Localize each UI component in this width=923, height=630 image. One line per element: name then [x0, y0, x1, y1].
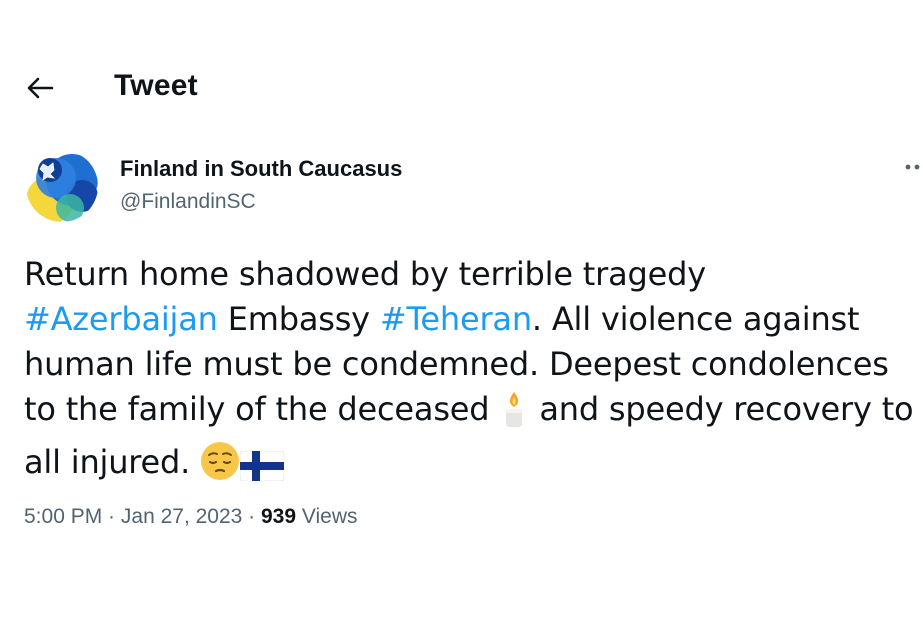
tweet-text: Return home shadowed by terrible tragedy…	[24, 252, 919, 493]
finland-flag-emoji-icon	[239, 448, 285, 493]
pensive-face-emoji-icon	[200, 441, 240, 493]
views-count: 939	[261, 505, 297, 528]
page-title: Tweet	[114, 69, 198, 102]
author-name[interactable]: Finland in South Caucasus	[120, 156, 402, 182]
views-label: Views	[296, 505, 358, 528]
separator: ·	[102, 505, 121, 528]
tweet-time[interactable]: 5:00 PM	[24, 505, 102, 528]
tweet-meta: 5:00 PM · Jan 27, 2023 · 939 Views	[24, 505, 358, 529]
tweet-date[interactable]: Jan 27, 2023	[121, 505, 242, 528]
more-horizontal-icon	[905, 164, 920, 170]
tweet-text-line1: Return home shadowed by terrible tragedy	[24, 255, 706, 293]
tweet-header: Tweet	[0, 60, 923, 116]
arrow-left-icon	[27, 77, 54, 99]
separator: ·	[242, 505, 261, 528]
finland-logo-icon	[26, 150, 98, 222]
more-button[interactable]	[892, 152, 923, 182]
hashtag-teheran[interactable]: #Teheran	[380, 300, 532, 338]
tweet-author: Finland in South Caucasus @FinlandinSC	[24, 148, 920, 228]
avatar[interactable]	[26, 150, 98, 222]
author-handle[interactable]: @FinlandinSC	[120, 190, 256, 214]
hashtag-azerbaijan[interactable]: #Azerbaijan	[24, 300, 218, 338]
candle-emoji-icon	[499, 390, 529, 440]
back-button[interactable]	[22, 70, 58, 106]
tweet-text-part2: Embassy	[217, 300, 380, 338]
